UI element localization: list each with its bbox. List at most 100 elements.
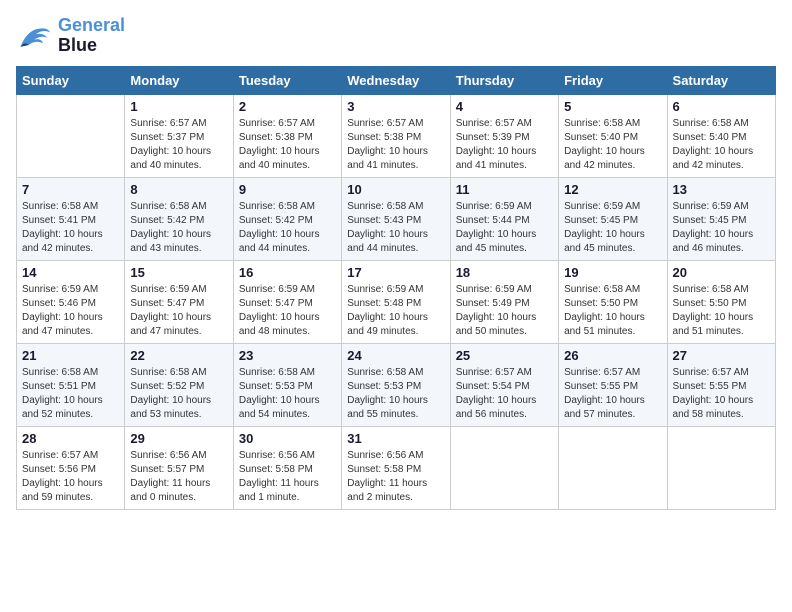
calendar-cell: 5 Sunrise: 6:58 AM Sunset: 5:40 PM Daylig… [559, 94, 667, 177]
calendar-cell [667, 426, 775, 509]
page-header: General Blue [16, 16, 776, 56]
day-info: Sunrise: 6:59 AM Sunset: 5:45 PM Dayligh… [673, 200, 770, 256]
calendar-cell: 6 Sunrise: 6:58 AM Sunset: 5:40 PM Daylig… [667, 94, 775, 177]
week-row-5: 28Sunrise: 6:57 AM Sunset: 5:56 PM Dayli… [17, 426, 776, 509]
week-row-2: 7 Sunrise: 6:58 AM Sunset: 5:41 PM Daylig… [17, 177, 776, 260]
day-info: Sunrise: 6:58 AM Sunset: 5:53 PM Dayligh… [347, 366, 444, 422]
calendar-cell: 28Sunrise: 6:57 AM Sunset: 5:56 PM Dayli… [17, 426, 125, 509]
calendar-cell: 17 Sunrise: 6:59 AM Sunset: 5:48 PM Dayli… [342, 260, 450, 343]
calendar-cell [17, 94, 125, 177]
day-number: 15 [130, 265, 227, 280]
day-info: Sunrise: 6:58 AM Sunset: 5:40 PM Dayligh… [673, 117, 770, 173]
day-number: 19 [564, 265, 661, 280]
day-number: 6 [673, 99, 770, 114]
day-info: Sunrise: 6:57 AM Sunset: 5:55 PM Dayligh… [564, 366, 661, 422]
calendar-cell: 31 Sunrise: 6:56 AM Sunset: 5:58 PM Dayli… [342, 426, 450, 509]
calendar-cell: 24 Sunrise: 6:58 AM Sunset: 5:53 PM Dayli… [342, 343, 450, 426]
week-row-4: 21 Sunrise: 6:58 AM Sunset: 5:51 PM Dayli… [17, 343, 776, 426]
day-number: 26 [564, 348, 661, 363]
day-number: 31 [347, 431, 444, 446]
calendar-cell: 9Sunrise: 6:58 AM Sunset: 5:42 PM Daylig… [233, 177, 341, 260]
header-row: SundayMondayTuesdayWednesdayThursdayFrid… [17, 66, 776, 94]
day-info: Sunrise: 6:56 AM Sunset: 5:58 PM Dayligh… [347, 449, 444, 505]
day-info: Sunrise: 6:58 AM Sunset: 5:50 PM Dayligh… [673, 283, 770, 339]
day-number: 18 [456, 265, 553, 280]
col-header-wednesday: Wednesday [342, 66, 450, 94]
calendar-cell: 20 Sunrise: 6:58 AM Sunset: 5:50 PM Dayli… [667, 260, 775, 343]
day-info: Sunrise: 6:59 AM Sunset: 5:49 PM Dayligh… [456, 283, 553, 339]
col-header-thursday: Thursday [450, 66, 558, 94]
day-number: 22 [130, 348, 227, 363]
calendar-cell: 3 Sunrise: 6:57 AM Sunset: 5:38 PM Daylig… [342, 94, 450, 177]
day-number: 12 [564, 182, 661, 197]
calendar-cell [559, 426, 667, 509]
day-number: 10 [347, 182, 444, 197]
day-info: Sunrise: 6:59 AM Sunset: 5:45 PM Dayligh… [564, 200, 661, 256]
day-info: Sunrise: 6:58 AM Sunset: 5:51 PM Dayligh… [22, 366, 119, 422]
calendar-cell: 13 Sunrise: 6:59 AM Sunset: 5:45 PM Dayli… [667, 177, 775, 260]
calendar-cell: 26 Sunrise: 6:57 AM Sunset: 5:55 PM Dayli… [559, 343, 667, 426]
day-number: 25 [456, 348, 553, 363]
day-number: 1 [130, 99, 227, 114]
day-number: 3 [347, 99, 444, 114]
day-number: 14 [22, 265, 119, 280]
day-info: Sunrise: 6:58 AM Sunset: 5:41 PM Dayligh… [22, 200, 119, 256]
day-info: Sunrise: 6:57 AM Sunset: 5:39 PM Dayligh… [456, 117, 553, 173]
calendar-cell: 1Sunrise: 6:57 AM Sunset: 5:37 PM Daylig… [125, 94, 233, 177]
week-row-1: 1Sunrise: 6:57 AM Sunset: 5:37 PM Daylig… [17, 94, 776, 177]
calendar-cell: 29Sunrise: 6:56 AM Sunset: 5:57 PM Dayli… [125, 426, 233, 509]
calendar-cell: 4 Sunrise: 6:57 AM Sunset: 5:39 PM Daylig… [450, 94, 558, 177]
col-header-tuesday: Tuesday [233, 66, 341, 94]
day-number: 21 [22, 348, 119, 363]
day-number: 13 [673, 182, 770, 197]
day-info: Sunrise: 6:58 AM Sunset: 5:40 PM Dayligh… [564, 117, 661, 173]
calendar-cell: 10 Sunrise: 6:58 AM Sunset: 5:43 PM Dayli… [342, 177, 450, 260]
calendar-table: SundayMondayTuesdayWednesdayThursdayFrid… [16, 66, 776, 510]
calendar-cell: 8Sunrise: 6:58 AM Sunset: 5:42 PM Daylig… [125, 177, 233, 260]
calendar-cell [450, 426, 558, 509]
day-info: Sunrise: 6:57 AM Sunset: 5:54 PM Dayligh… [456, 366, 553, 422]
day-info: Sunrise: 6:59 AM Sunset: 5:48 PM Dayligh… [347, 283, 444, 339]
day-info: Sunrise: 6:56 AM Sunset: 5:57 PM Dayligh… [130, 449, 227, 505]
logo-text: General Blue [58, 16, 125, 56]
day-number: 20 [673, 265, 770, 280]
calendar-cell: 21 Sunrise: 6:58 AM Sunset: 5:51 PM Dayli… [17, 343, 125, 426]
calendar-cell: 25 Sunrise: 6:57 AM Sunset: 5:54 PM Dayli… [450, 343, 558, 426]
day-number: 8 [130, 182, 227, 197]
day-info: Sunrise: 6:59 AM Sunset: 5:47 PM Dayligh… [130, 283, 227, 339]
day-number: 4 [456, 99, 553, 114]
day-info: Sunrise: 6:56 AM Sunset: 5:58 PM Dayligh… [239, 449, 336, 505]
logo-icon [16, 21, 52, 51]
day-info: Sunrise: 6:57 AM Sunset: 5:38 PM Dayligh… [347, 117, 444, 173]
calendar-cell: 7 Sunrise: 6:58 AM Sunset: 5:41 PM Daylig… [17, 177, 125, 260]
col-header-friday: Friday [559, 66, 667, 94]
calendar-cell: 22 Sunrise: 6:58 AM Sunset: 5:52 PM Dayli… [125, 343, 233, 426]
col-header-saturday: Saturday [667, 66, 775, 94]
day-info: Sunrise: 6:57 AM Sunset: 5:56 PM Dayligh… [22, 449, 119, 505]
day-info: Sunrise: 6:57 AM Sunset: 5:55 PM Dayligh… [673, 366, 770, 422]
day-info: Sunrise: 6:58 AM Sunset: 5:43 PM Dayligh… [347, 200, 444, 256]
day-number: 5 [564, 99, 661, 114]
day-info: Sunrise: 6:57 AM Sunset: 5:38 PM Dayligh… [239, 117, 336, 173]
calendar-cell: 18 Sunrise: 6:59 AM Sunset: 5:49 PM Dayli… [450, 260, 558, 343]
calendar-cell: 30 Sunrise: 6:56 AM Sunset: 5:58 PM Dayli… [233, 426, 341, 509]
day-number: 24 [347, 348, 444, 363]
day-info: Sunrise: 6:59 AM Sunset: 5:46 PM Dayligh… [22, 283, 119, 339]
col-header-monday: Monday [125, 66, 233, 94]
day-number: 27 [673, 348, 770, 363]
day-info: Sunrise: 6:59 AM Sunset: 5:44 PM Dayligh… [456, 200, 553, 256]
day-info: Sunrise: 6:58 AM Sunset: 5:50 PM Dayligh… [564, 283, 661, 339]
day-number: 9 [239, 182, 336, 197]
day-number: 30 [239, 431, 336, 446]
calendar-cell: 19 Sunrise: 6:58 AM Sunset: 5:50 PM Dayli… [559, 260, 667, 343]
calendar-cell: 23Sunrise: 6:58 AM Sunset: 5:53 PM Dayli… [233, 343, 341, 426]
calendar-cell: 16Sunrise: 6:59 AM Sunset: 5:47 PM Dayli… [233, 260, 341, 343]
calendar-cell: 2 Sunrise: 6:57 AM Sunset: 5:38 PM Daylig… [233, 94, 341, 177]
day-number: 7 [22, 182, 119, 197]
day-number: 16 [239, 265, 336, 280]
week-row-3: 14 Sunrise: 6:59 AM Sunset: 5:46 PM Dayli… [17, 260, 776, 343]
day-info: Sunrise: 6:58 AM Sunset: 5:52 PM Dayligh… [130, 366, 227, 422]
calendar-cell: 27 Sunrise: 6:57 AM Sunset: 5:55 PM Dayli… [667, 343, 775, 426]
day-number: 17 [347, 265, 444, 280]
day-number: 2 [239, 99, 336, 114]
